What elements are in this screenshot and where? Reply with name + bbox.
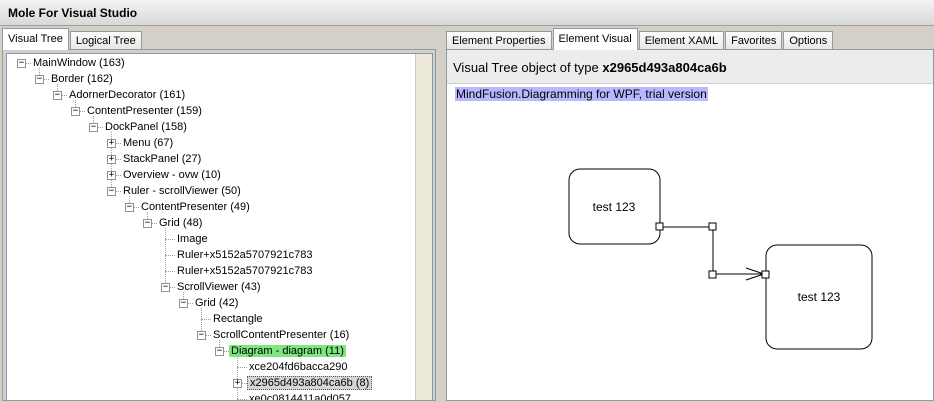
- left-panel: Visual Tree Logical Tree − MainWindow (16…: [0, 26, 436, 401]
- tree-item[interactable]: xe0c0814411a0d057: [247, 392, 353, 400]
- diagram-drawing: test 123 test 123: [568, 168, 873, 350]
- tree-connector: [237, 399, 247, 400]
- tree-item-label: ScrollViewer (43): [177, 281, 261, 293]
- tree-item-label: ContentPresenter (159): [87, 105, 202, 117]
- tree-item[interactable]: Image: [175, 232, 210, 247]
- tree-item[interactable]: ScrollContentPresenter (16): [211, 328, 351, 343]
- collapse-icon[interactable]: −: [143, 219, 152, 228]
- diagram-node-1-text: test 123: [593, 200, 636, 214]
- tree-item[interactable]: ContentPresenter (159): [85, 104, 204, 119]
- tree-vertical-scrollbar[interactable]: [415, 54, 432, 400]
- tree-item[interactable]: Menu (67): [121, 136, 175, 151]
- tree-item[interactable]: Ruler - scrollViewer (50): [121, 184, 243, 199]
- tree-connector: [165, 271, 175, 272]
- diagram-link: [660, 226, 766, 275]
- tree-item-label: Diagram - diagram (11): [229, 345, 346, 357]
- expand-icon[interactable]: +: [233, 379, 242, 388]
- caption-type: x2965d493a804ca6b: [602, 60, 727, 75]
- visual-tree-view[interactable]: − MainWindow (163) − Border (162) − AdornerDe…: [6, 53, 433, 400]
- right-tab-strip: Element Properties Element Visual Elemen…: [446, 28, 834, 50]
- collapse-icon[interactable]: −: [161, 283, 170, 292]
- tab-options[interactable]: Options: [783, 31, 834, 50]
- tree-item[interactable]: StackPanel (27): [121, 152, 203, 167]
- tree-item-label: Ruler+x5152a5707921c783: [177, 265, 313, 277]
- panel-splitter[interactable]: [436, 26, 444, 401]
- collapse-icon[interactable]: −: [71, 107, 80, 116]
- collapse-icon[interactable]: −: [107, 187, 116, 196]
- tree-connector: [201, 319, 211, 320]
- tree-item-label: ContentPresenter (49): [141, 201, 250, 213]
- tree-connector: [165, 255, 175, 256]
- tree-item[interactable]: Border (162): [49, 72, 115, 87]
- tree-item[interactable]: MainWindow (163): [31, 56, 127, 71]
- tab-element-xaml[interactable]: Element XAML: [638, 31, 725, 50]
- tree-connector: [165, 239, 175, 240]
- visual-preview-canvas: MindFusion.Diagramming for WPF, trial ve…: [451, 84, 933, 400]
- collapse-icon[interactable]: −: [53, 91, 62, 100]
- tree-item[interactable]: ContentPresenter (49): [139, 200, 252, 215]
- tree-item[interactable]: Diagram - diagram (11): [229, 344, 346, 359]
- tree-item-label: Rectangle: [213, 313, 263, 325]
- tree-item-label: MainWindow (163): [33, 57, 125, 69]
- tree-guide-line: [165, 228, 166, 287]
- tab-element-visual[interactable]: Element Visual: [552, 28, 638, 50]
- tree-connector: [237, 367, 247, 368]
- caption-prefix: Visual Tree object of type: [453, 60, 599, 75]
- right-tab-body: Visual Tree object of type x2965d493a804…: [446, 49, 934, 401]
- tab-visual-tree[interactable]: Visual Tree: [2, 28, 69, 50]
- collapse-icon[interactable]: −: [35, 75, 44, 84]
- tab-favorites[interactable]: Favorites: [725, 31, 783, 50]
- collapse-icon[interactable]: −: [89, 123, 98, 132]
- collapse-icon[interactable]: −: [125, 203, 134, 212]
- tree-item[interactable]: ScrollViewer (43): [175, 280, 263, 295]
- link-handle-bend-2: [708, 270, 717, 279]
- tab-element-properties[interactable]: Element Properties: [446, 31, 552, 50]
- expand-icon[interactable]: +: [107, 155, 116, 164]
- tree-item[interactable]: x2965d493a804ca6b (8): [247, 376, 373, 391]
- tree-item[interactable]: DockPanel (158): [103, 120, 189, 135]
- tree-item[interactable]: Ruler+x5152a5707921c783: [175, 264, 314, 279]
- tree-item-label: Border (162): [51, 73, 113, 85]
- tree-item-label: xce204fd6bacca290: [249, 361, 348, 373]
- tree-item-label: DockPanel (158): [105, 121, 187, 133]
- tree-item-label: xe0c0814411a0d057: [249, 393, 351, 400]
- tree-item-label: Ruler+x5152a5707921c783: [177, 249, 313, 261]
- expand-icon[interactable]: +: [107, 139, 116, 148]
- collapse-icon[interactable]: −: [197, 331, 206, 340]
- left-tab-strip: Visual Tree Logical Tree: [2, 28, 143, 50]
- diagram-node-2-text: test 123: [798, 290, 841, 304]
- tree-item[interactable]: Overview - ovw (10): [121, 168, 223, 183]
- tree-item[interactable]: Rectangle: [211, 312, 265, 327]
- tab-logical-tree[interactable]: Logical Tree: [69, 31, 142, 50]
- tree-item-label: Image: [177, 233, 208, 245]
- expand-icon[interactable]: +: [107, 171, 116, 180]
- right-panel: Element Properties Element Visual Elemen…: [444, 26, 934, 401]
- tree-item-label: Ruler - scrollViewer (50): [123, 185, 241, 197]
- link-handle-bend-1: [708, 222, 717, 231]
- element-visual-caption: Visual Tree object of type x2965d493a804…: [447, 50, 933, 84]
- tree-item-label: StackPanel (27): [123, 153, 202, 165]
- collapse-icon[interactable]: −: [179, 299, 188, 308]
- link-handle-end: [761, 270, 770, 279]
- left-tab-body: − MainWindow (163) − Border (162) − AdornerDe…: [2, 49, 436, 401]
- link-handle-start: [655, 222, 664, 231]
- collapse-icon[interactable]: −: [215, 347, 224, 356]
- tree-item-label: Overview - ovw (10): [123, 169, 221, 181]
- tree-item-label: x2965d493a804ca6b (8): [247, 376, 373, 390]
- tree-item-label: AdornerDecorator (161): [69, 89, 186, 101]
- tree-item[interactable]: Ruler+x5152a5707921c783: [175, 248, 314, 263]
- tree-item-label: Menu (67): [123, 137, 174, 149]
- tree-item[interactable]: AdornerDecorator (161): [67, 88, 187, 103]
- tree-item[interactable]: xce204fd6bacca290: [247, 360, 349, 375]
- collapse-icon[interactable]: −: [17, 59, 26, 68]
- tree-item-label: ScrollContentPresenter (16): [213, 329, 350, 341]
- window-title: Mole For Visual Studio: [0, 0, 934, 26]
